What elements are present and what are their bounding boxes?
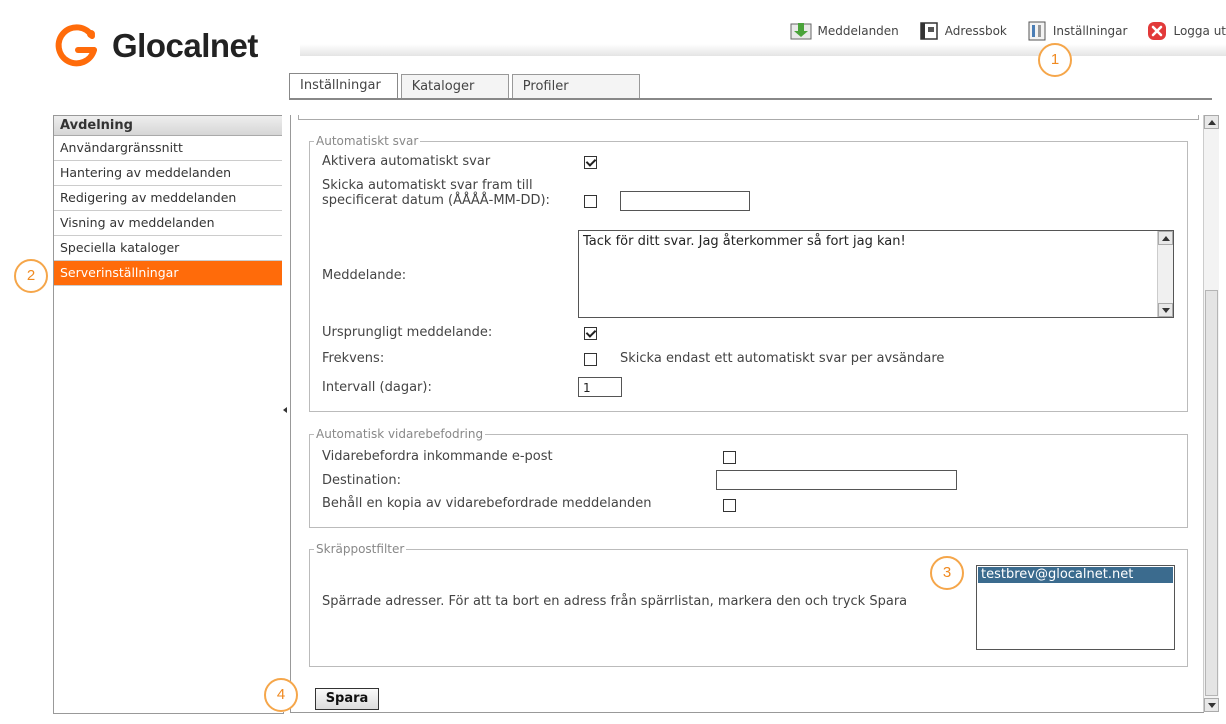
autoreply-original-label: Ursprungligt meddelande: — [322, 325, 493, 340]
forwarding-keep-copy-checkbox[interactable] — [723, 499, 736, 512]
scroll-up-icon[interactable] — [1204, 115, 1219, 129]
autoreply-frequency-label: Frekvens: — [322, 351, 385, 366]
callout-badge-1: 1 — [1038, 43, 1072, 77]
forwarding-enable-checkbox[interactable] — [723, 451, 736, 464]
section-tabs: Inställningar Kataloger Profiler — [289, 73, 643, 99]
sidebar-heading: Avdelning — [54, 116, 283, 136]
autoreply-original-checkbox[interactable] — [584, 327, 597, 340]
sidebar-item-message-display[interactable]: Visning av meddelanden — [54, 211, 283, 236]
autoreply-legend: Automatiskt svar — [316, 134, 419, 148]
inbox-icon — [790, 23, 812, 40]
forwarding-keep-copy-label: Behåll en kopia av vidarebefordrade medd… — [322, 496, 652, 511]
sidebar-item-user-interface[interactable]: Användargränssnitt — [54, 136, 283, 161]
blocked-address-option[interactable]: testbrev@glocalnet.net — [978, 567, 1173, 583]
autoreply-until-date-input[interactable] — [620, 191, 750, 211]
settings-icon — [1028, 21, 1046, 41]
sidebar-item-special-folders[interactable]: Speciella kataloger — [54, 236, 283, 261]
autoreply-message-label: Meddelande: — [322, 268, 407, 283]
forwarding-enable-label: Vidarebefordra inkommande e-post — [322, 449, 553, 464]
glocalnet-logo-icon — [55, 24, 97, 67]
forwarding-destination-input[interactable] — [716, 470, 957, 490]
settings-link[interactable]: Inställningar — [1027, 20, 1128, 42]
settings-panel: Automatiskt svar Aktivera automatiskt sv… — [290, 115, 1204, 713]
save-button[interactable]: Spara — [315, 688, 379, 710]
autoreply-until-label: Skicka automatiskt svar fram till specif… — [322, 178, 550, 208]
settings-label: Inställningar — [1052, 24, 1128, 38]
autoreply-message-text: Tack för ditt svar. Jag återkommer så fo… — [583, 234, 906, 249]
autoreply-interval-input[interactable]: 1 — [578, 377, 622, 397]
header-shade — [300, 44, 1226, 56]
scroll-down-icon[interactable] — [1204, 698, 1219, 712]
autoreply-activate-label: Aktivera automatiskt svar — [322, 154, 491, 169]
callout-badge-4: 4 — [264, 678, 298, 712]
collapse-arrow-icon[interactable] — [283, 407, 287, 413]
sidebar-item-message-editing[interactable]: Redigering av meddelanden — [54, 186, 283, 211]
textarea-scrollbar[interactable] — [1157, 231, 1173, 317]
tab-underline — [289, 98, 1212, 100]
spam-blocked-label: Spärrade adresser. För att ta bort en ad… — [322, 594, 908, 609]
logout-label: Logga ut — [1173, 24, 1226, 38]
autoreply-frequency-text: Skicka endast ett automatiskt svar per a… — [620, 351, 945, 366]
callout-badge-2: 2 — [14, 259, 48, 293]
tab-catalogs[interactable]: Kataloger — [400, 74, 509, 98]
logout-icon — [1148, 22, 1167, 40]
addressbook-icon — [920, 22, 938, 40]
autoreply-interval-label: Intervall (dagar): — [322, 380, 432, 395]
addressbook-link[interactable]: Adressbok — [919, 21, 1007, 41]
scroll-up-icon[interactable] — [1158, 231, 1173, 245]
sidebar-splitter[interactable] — [282, 115, 289, 712]
messages-label: Meddelanden — [817, 24, 899, 38]
addressbook-label: Adressbok — [944, 24, 1007, 38]
brand-logo: Glocalnet — [54, 22, 258, 70]
sidebar-item-server-settings[interactable]: Serverinställningar — [54, 261, 283, 286]
autoreply-frequency-checkbox[interactable] — [584, 353, 597, 366]
forwarding-destination-label: Destination: — [322, 473, 401, 488]
top-navigation: Meddelanden Adressbok Inställningar Logg… — [790, 20, 1226, 42]
scroll-down-icon[interactable] — [1158, 303, 1173, 317]
scroll-thumb[interactable] — [1205, 290, 1218, 696]
messages-link[interactable]: Meddelanden — [790, 21, 899, 41]
tab-settings[interactable]: Inställningar — [289, 73, 398, 99]
autoreply-message-textarea[interactable]: Tack för ditt svar. Jag återkommer så fo… — [578, 230, 1174, 318]
previous-fieldset-bottom — [298, 115, 1199, 120]
logout-link[interactable]: Logga ut — [1147, 21, 1226, 41]
spam-blocked-listbox[interactable]: testbrev@glocalnet.net — [976, 565, 1175, 650]
tab-profiles[interactable]: Profiler — [511, 74, 640, 98]
sidebar: Avdelning Användargränssnitt Hantering a… — [53, 115, 284, 714]
sidebar-item-message-handling[interactable]: Hantering av meddelanden — [54, 161, 283, 186]
main-scrollbar[interactable] — [1203, 115, 1219, 712]
brand-name: Glocalnet — [112, 27, 258, 64]
autoreply-until-checkbox[interactable] — [584, 195, 597, 208]
spam-legend: Skräppostfilter — [316, 542, 405, 556]
forwarding-legend: Automatisk vidarebefodring — [316, 427, 484, 441]
autoreply-activate-checkbox[interactable] — [584, 156, 597, 169]
callout-badge-3: 3 — [930, 556, 964, 590]
